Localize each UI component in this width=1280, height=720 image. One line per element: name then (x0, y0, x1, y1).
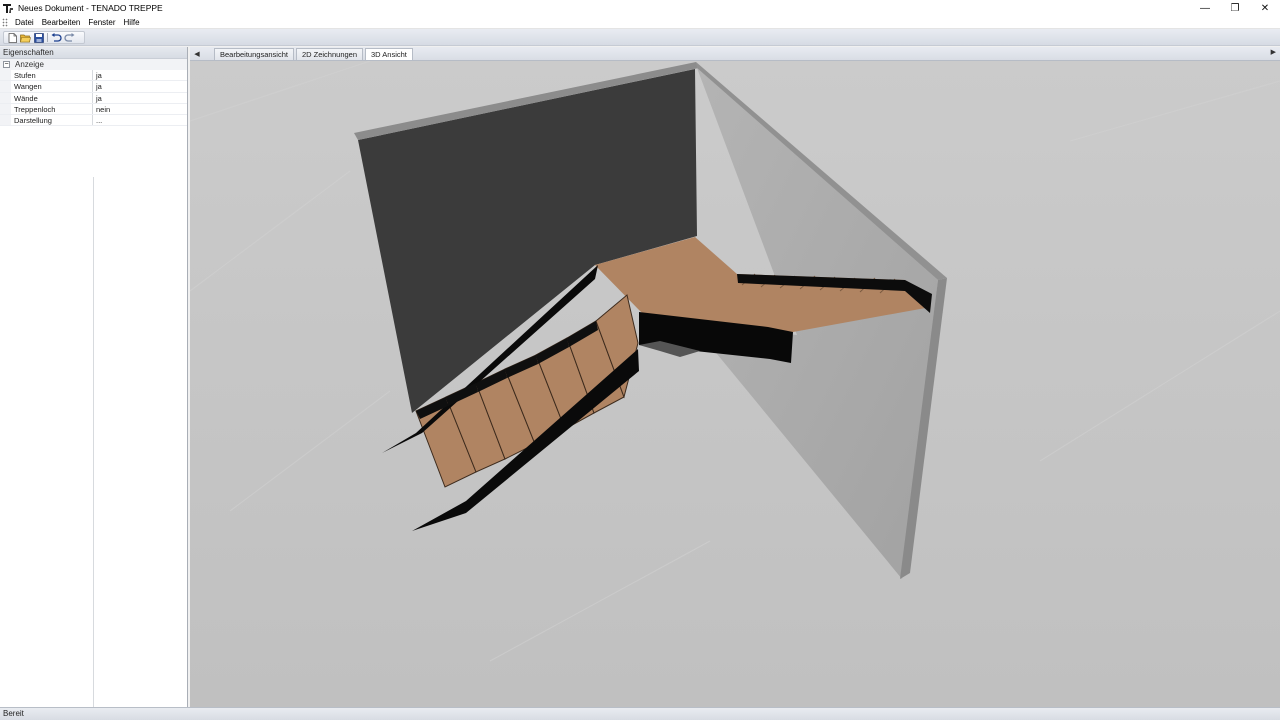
menu-bar: Datei Bearbeiten Fenster Hilfe (0, 16, 1280, 29)
menu-hilfe[interactable]: Hilfe (120, 18, 144, 27)
document-area: ◀ Bearbeitungsansicht 2D Zeichnungen 3D … (190, 47, 1280, 707)
open-folder-icon[interactable] (19, 32, 32, 43)
3d-scene[interactable] (190, 61, 1280, 707)
property-name: Darstellung (11, 115, 93, 126)
minimize-button[interactable]: — (1190, 0, 1220, 16)
tab-2d-zeichnungen[interactable]: 2D Zeichnungen (295, 48, 364, 60)
save-icon[interactable] (32, 32, 45, 43)
property-name: Wangen (11, 81, 93, 92)
property-grid-divider[interactable] (93, 177, 94, 707)
properties-panel-header: Eigenschaften (0, 47, 187, 59)
toolbar-separator (47, 33, 48, 42)
property-row-stufen[interactable]: Stufen ja (0, 70, 187, 82)
category-row-anzeige[interactable]: − Anzeige (0, 59, 187, 70)
close-button[interactable]: ✕ (1250, 0, 1280, 16)
tab-bearbeitungsansicht[interactable]: Bearbeitungsansicht (214, 48, 294, 60)
status-text: Bereit (3, 709, 24, 718)
tab-scroll-right-icon[interactable]: ▶ (1271, 48, 1276, 56)
app-logo-icon (2, 2, 14, 14)
property-grid: − Anzeige Stufen ja Wangen ja Wände ja T… (0, 59, 187, 127)
redo-icon[interactable] (63, 32, 76, 43)
property-row-waende[interactable]: Wände ja (0, 92, 187, 104)
menu-datei[interactable]: Datei (11, 18, 38, 27)
undo-icon[interactable] (50, 32, 63, 43)
menu-grip-handle[interactable] (2, 17, 8, 27)
window-title: Neues Dokument - TENADO TREPPE (18, 3, 163, 13)
collapse-icon[interactable]: − (3, 61, 10, 68)
window-controls: — ❐ ✕ (1190, 0, 1280, 16)
status-bar: Bereit (0, 707, 1280, 720)
tab-scroll-left-icon[interactable]: ◀ (190, 47, 204, 60)
property-value[interactable]: nein (93, 104, 186, 114)
3d-viewport[interactable] (190, 61, 1280, 707)
property-row-wangen[interactable]: Wangen ja (0, 81, 187, 93)
document-tab-bar: ◀ Bearbeitungsansicht 2D Zeichnungen 3D … (190, 47, 1280, 61)
property-value[interactable]: ja (93, 81, 186, 91)
property-name: Wände (11, 92, 93, 103)
category-label: Anzeige (15, 60, 44, 69)
property-value[interactable]: ... (93, 115, 186, 125)
property-row-treppenloch[interactable]: Treppenloch nein (0, 103, 187, 116)
restore-button[interactable]: ❐ (1220, 0, 1250, 16)
menu-fenster[interactable]: Fenster (84, 18, 119, 27)
tab-3d-ansicht[interactable]: 3D Ansicht (365, 48, 413, 60)
property-value[interactable]: ja (93, 70, 186, 80)
property-value[interactable]: ja (93, 93, 186, 103)
property-name: Stufen (11, 70, 93, 81)
toolbar (0, 29, 1280, 46)
standard-toolstrip (3, 31, 85, 44)
title-bar: Neues Dokument - TENADO TREPPE — ❐ ✕ (0, 0, 1280, 16)
new-document-icon[interactable] (6, 32, 19, 43)
property-name: Treppenloch (11, 103, 93, 115)
menu-bearbeiten[interactable]: Bearbeiten (38, 18, 85, 27)
properties-panel: Eigenschaften − Anzeige Stufen ja Wangen… (0, 47, 188, 707)
property-row-darstellung[interactable]: Darstellung ... (0, 115, 187, 127)
